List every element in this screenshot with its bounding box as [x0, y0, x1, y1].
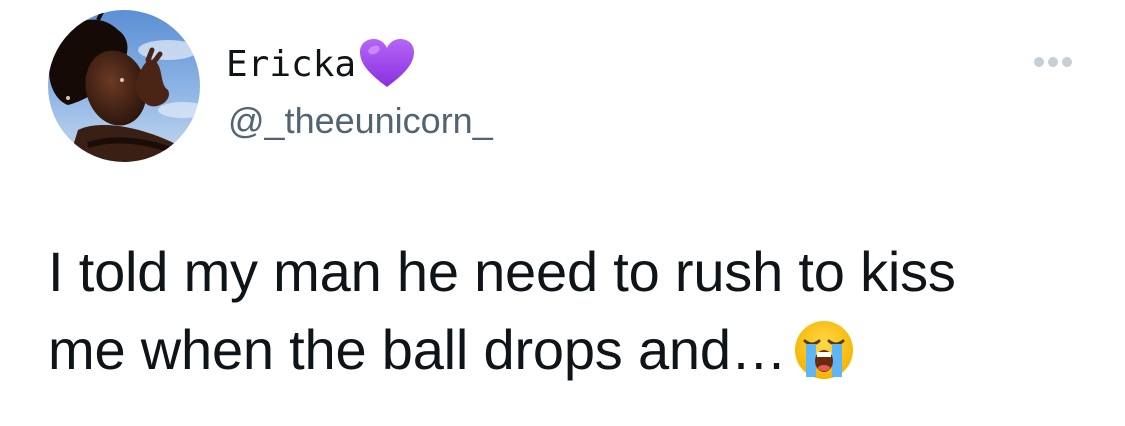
- display-name-row: Ericka: [226, 37, 416, 90]
- user-handle[interactable]: @_theeunicorn_: [228, 99, 493, 142]
- tweet-text-line: I told my man he need to rush to kiss: [48, 240, 956, 303]
- more-dot: [1062, 57, 1072, 67]
- tweet-text-line: me when the ball drops and…: [48, 318, 787, 381]
- profile-photo-image: [48, 10, 200, 162]
- loudly-crying-face-icon: [793, 319, 855, 381]
- avatar[interactable]: [48, 10, 200, 162]
- display-name[interactable]: Ericka: [226, 47, 356, 83]
- more-dot: [1048, 57, 1058, 67]
- tweet-card: Ericka @_theeunicorn_ I told my man he n…: [0, 0, 1125, 426]
- more-options-icon[interactable]: [1026, 47, 1080, 77]
- purple-heart-icon: [358, 37, 416, 89]
- tweet-text: I told my man he need to rush to kiss me…: [48, 233, 1108, 389]
- tweet-text-line-2: me when the ball drops and…: [48, 311, 1108, 389]
- more-dot: [1034, 57, 1044, 67]
